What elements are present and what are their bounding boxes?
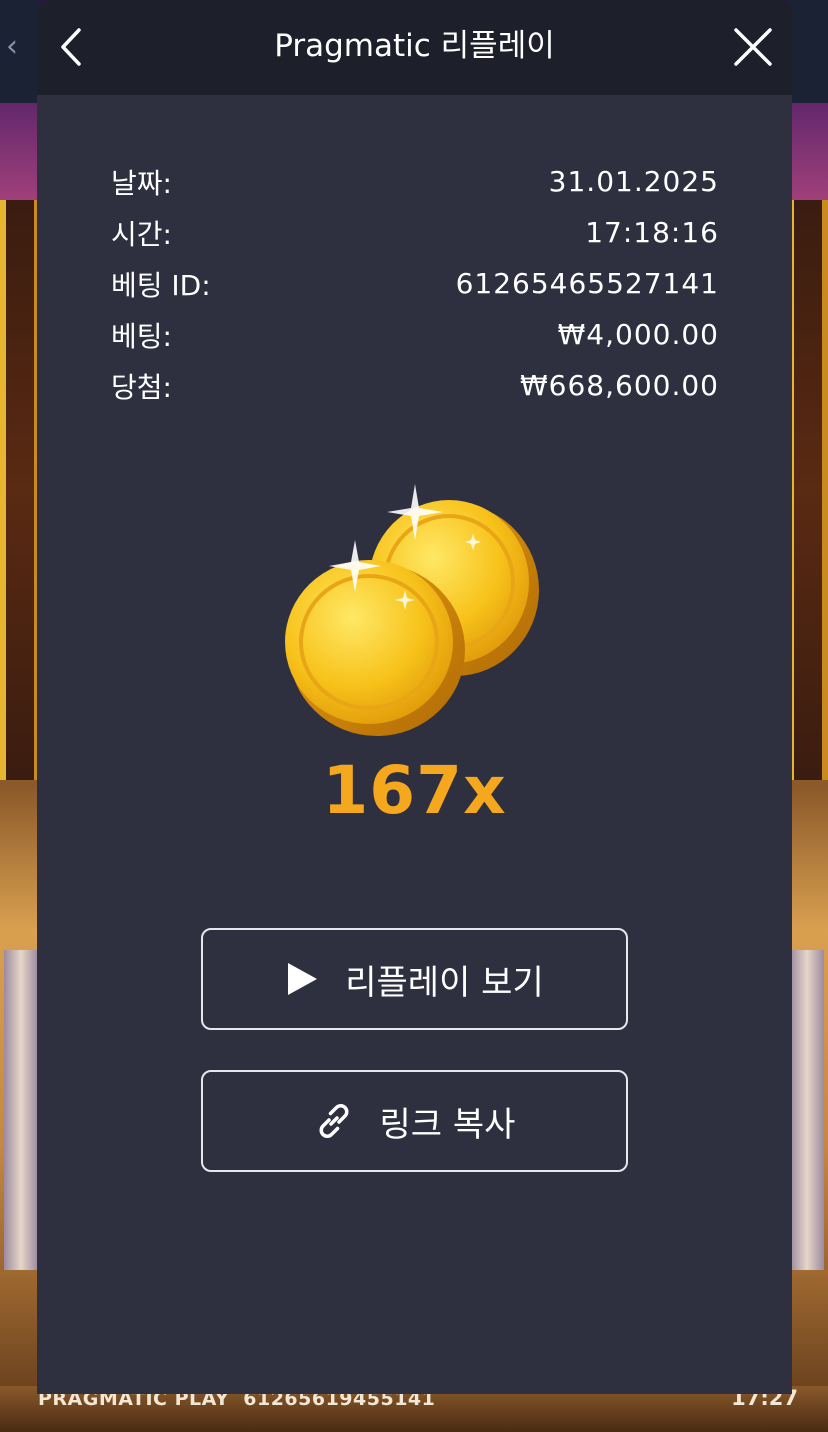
detail-row-win: 당첨: ₩668,600.00: [111, 360, 719, 411]
close-icon: [734, 28, 772, 66]
pillar-right: [790, 950, 824, 1270]
modal-title: Pragmatic 리플레이: [274, 28, 555, 64]
detail-label: 베팅:: [111, 319, 172, 353]
game-background-left: ‹: [0, 0, 40, 1432]
game-background-right: [788, 0, 828, 1432]
view-replay-label: 리플레이 보기: [345, 962, 544, 1003]
detail-value: 17:18:16: [585, 216, 719, 249]
detail-label: 당첨:: [111, 370, 172, 404]
detail-value: ₩4,000.00: [557, 318, 719, 351]
chevron-left-icon: [61, 28, 81, 66]
detail-label: 시간:: [111, 217, 172, 251]
close-button[interactable]: [732, 26, 774, 68]
win-multiplier: 167x: [322, 752, 507, 829]
game-topbar-left: ‹: [0, 0, 40, 103]
copy-link-label: 링크 복사: [379, 1104, 516, 1145]
game-frame-right: [788, 200, 828, 780]
back-button[interactable]: [51, 24, 91, 70]
detail-row-bet: 베팅: ₩4,000.00: [111, 309, 719, 360]
modal-header: Pragmatic 리플레이: [37, 0, 792, 95]
detail-value: 31.01.2025: [548, 165, 719, 198]
pillar-left: [4, 950, 38, 1270]
detail-value: 61265465527141: [455, 267, 719, 300]
detail-row-bet-id: 베팅 ID: 61265465527141: [111, 258, 719, 309]
gold-coins-icon: [285, 478, 545, 740]
game-topbar-right: [788, 0, 828, 103]
view-replay-button[interactable]: 리플레이 보기: [201, 928, 628, 1030]
detail-row-date: 날짜: 31.01.2025: [111, 156, 719, 207]
replay-modal: Pragmatic 리플레이 날짜: 31.01.2025 시간: 17:18:…: [37, 0, 792, 1394]
copy-link-button[interactable]: 링크 복사: [201, 1070, 628, 1172]
play-icon: [285, 961, 319, 997]
game-frame-left: [0, 200, 40, 780]
detail-label: 베팅 ID:: [111, 268, 211, 302]
detail-value: ₩668,600.00: [519, 369, 719, 402]
detail-label: 날짜:: [111, 166, 172, 200]
bet-details: 날짜: 31.01.2025 시간: 17:18:16 베팅 ID: 61265…: [111, 156, 719, 411]
link-icon: [314, 1101, 354, 1141]
detail-row-time: 시간: 17:18:16: [111, 207, 719, 258]
game-back-icon[interactable]: ‹: [6, 32, 18, 62]
